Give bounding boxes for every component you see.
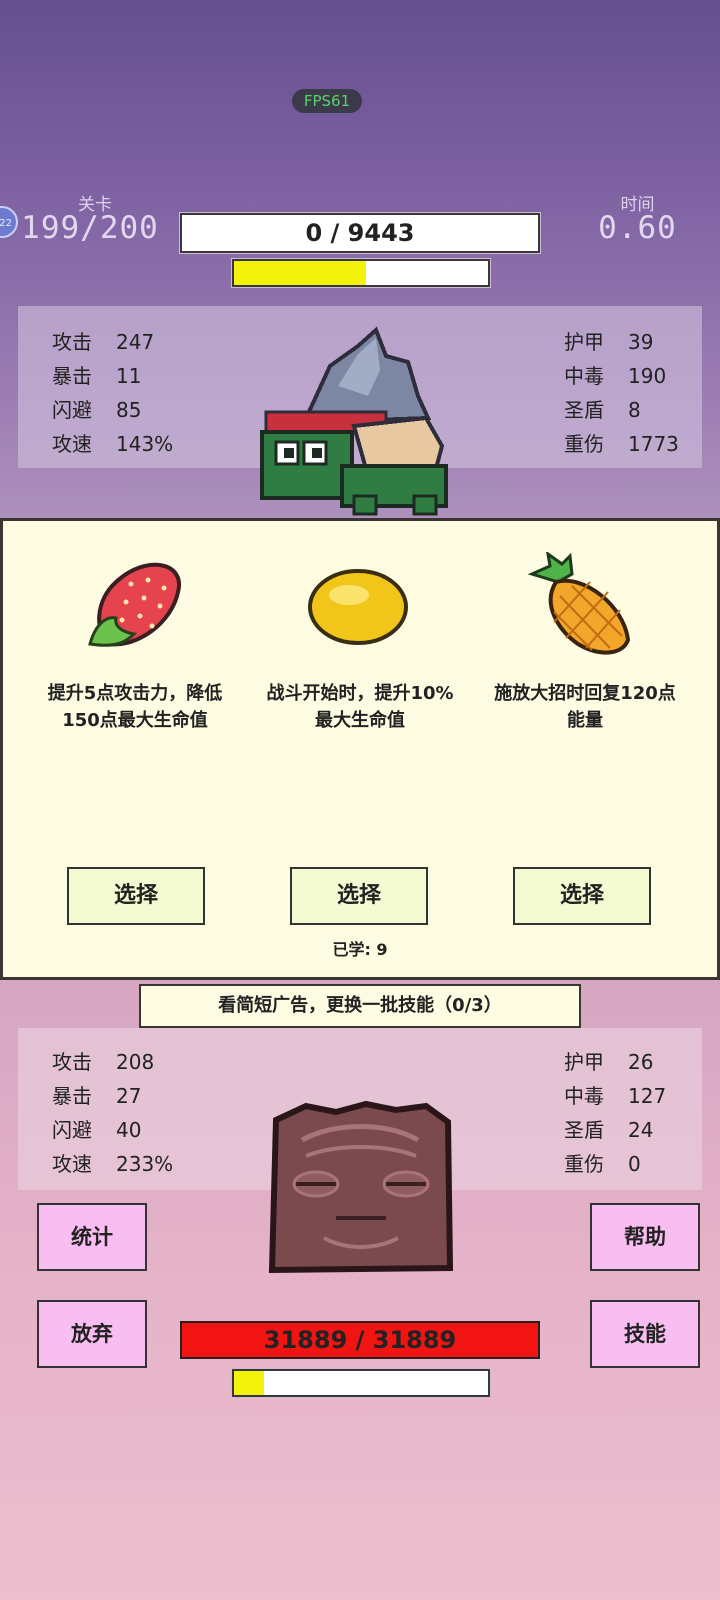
stat-label: 护甲 [564, 330, 604, 354]
stat-value: 85 [116, 398, 142, 422]
stat-label: 圣盾 [564, 1118, 604, 1142]
player-rock-sprite [266, 1100, 456, 1282]
stat-label: 中毒 [564, 1084, 604, 1108]
enemy-stat-row: 重伤 1773 [564, 428, 679, 457]
level-value: 199/200 [21, 210, 159, 246]
help-button[interactable]: 帮助 [590, 1203, 700, 1271]
skills-button[interactable]: 技能 [590, 1300, 700, 1368]
enemy-hp-text: 0 / 9443 [305, 219, 415, 247]
enemy-stat-row: 圣盾 8 [564, 394, 641, 423]
select-skill-3-button[interactable]: 选择 [513, 867, 651, 925]
lemon-icon [305, 565, 411, 649]
stat-label: 圣盾 [564, 398, 604, 422]
stat-label: 闪避 [52, 398, 92, 422]
enemy-stat-row: 攻速 143% [52, 428, 173, 457]
select-skill-2-button[interactable]: 选择 [290, 867, 428, 925]
stat-value: 8 [628, 398, 641, 422]
player-hp-bar: 31889 / 31889 [180, 1321, 540, 1359]
player-stat-row: 攻速 233% [52, 1148, 173, 1177]
stat-value: 190 [628, 364, 667, 388]
stat-label: 暴击 [52, 364, 92, 388]
stat-label: 攻速 [52, 432, 92, 456]
enemy-stat-row: 攻击 247 [52, 326, 154, 355]
player-stat-row: 中毒 127 [564, 1080, 666, 1109]
stat-value: 40 [116, 1118, 142, 1142]
player-stat-row: 闪避 40 [52, 1114, 141, 1143]
player-energy-fill [234, 1371, 265, 1395]
stat-value: 1773 [628, 432, 679, 456]
stat-value: 27 [116, 1084, 142, 1108]
enemy-energy-bar [232, 259, 490, 287]
stat-value: 143% [116, 432, 174, 456]
ad-refresh-button[interactable]: 看简短广告，更换一批技能（0/3） [139, 984, 581, 1028]
stat-value: 247 [116, 330, 155, 354]
enemy-energy-fill [234, 261, 367, 285]
give-up-button[interactable]: 放弃 [37, 1300, 147, 1368]
stat-label: 闪避 [52, 1118, 92, 1142]
enemy-stat-row: 中毒 190 [564, 360, 666, 389]
player-stat-row: 护甲 26 [564, 1046, 653, 1075]
fps-counter: FPS61 [292, 89, 362, 113]
player-energy-bar [232, 1369, 490, 1397]
stat-value: 233% [116, 1152, 174, 1176]
stat-value: 127 [628, 1084, 667, 1108]
stat-label: 攻速 [52, 1152, 92, 1176]
stat-label: 重伤 [564, 432, 604, 456]
stats-button[interactable]: 统计 [37, 1203, 147, 1271]
enemy-stat-row: 护甲 39 [564, 326, 653, 355]
stat-value: 26 [628, 1050, 654, 1074]
player-hp-text: 31889 / 31889 [263, 1326, 457, 1354]
player-stat-row: 圣盾 24 [564, 1114, 653, 1143]
enemy-stat-row: 闪避 85 [52, 394, 141, 423]
learned-count: 已学: 9 [332, 940, 388, 959]
stat-value: 208 [116, 1050, 155, 1074]
stat-label: 护甲 [564, 1050, 604, 1074]
stat-label: 暴击 [52, 1084, 92, 1108]
enemy-hp-bar: 0 / 9443 [180, 213, 540, 253]
stat-label: 攻击 [52, 1050, 92, 1074]
stat-value: 39 [628, 330, 654, 354]
stat-value: 24 [628, 1118, 654, 1142]
pineapple-icon [528, 552, 638, 660]
stat-label: 中毒 [564, 364, 604, 388]
stat-label: 攻击 [52, 330, 92, 354]
skill-desc-1: 提升5点攻击力，降低150点最大生命值 [47, 683, 223, 731]
skill-desc-2: 战斗开始时，提升10%最大生命值 [266, 683, 454, 731]
enemy-turtle-sprite [258, 326, 458, 518]
time-value: 0.60 [598, 210, 677, 246]
strawberry-icon [86, 552, 186, 652]
skill-desc-3: 施放大招时回复120点能量 [494, 683, 676, 731]
player-stat-row: 暴击 27 [52, 1080, 141, 1109]
enemy-stat-row: 暴击 11 [52, 360, 141, 389]
select-skill-1-button[interactable]: 选择 [67, 867, 205, 925]
stat-value: 0 [628, 1152, 641, 1176]
stat-value: 11 [116, 364, 142, 388]
stat-label: 重伤 [564, 1152, 604, 1176]
player-stat-row: 攻击 208 [52, 1046, 154, 1075]
player-stat-row: 重伤 0 [564, 1148, 641, 1177]
